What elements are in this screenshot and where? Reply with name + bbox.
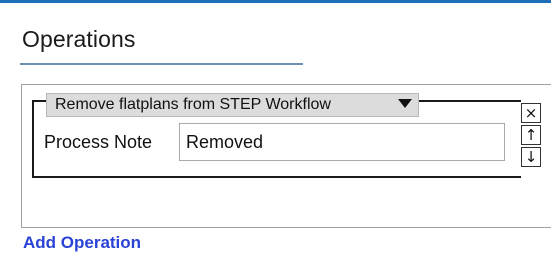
remove-operation-button[interactable]: × [521,103,541,123]
close-icon: × [524,103,538,122]
process-note-input[interactable] [179,123,505,161]
process-note-label: Process Note [44,132,153,152]
add-operation-link[interactable]: Add Operation [23,233,141,253]
top-accent-bar [0,0,551,3]
move-down-button[interactable]: ↓ [521,147,541,167]
operation-select-value: Remove flatplans from STEP Workflow [55,96,331,113]
page: Operations Remove flatplans from STEP Wo… [0,0,551,256]
title-underline [20,63,303,65]
arrow-up-icon: ↑ [524,125,538,144]
dropdown-arrow-icon [398,99,412,108]
operation-select[interactable]: Remove flatplans from STEP Workflow [46,93,419,117]
move-up-button[interactable]: ↑ [521,125,541,145]
arrow-down-icon: ↓ [524,147,538,166]
section-title: Operations [22,26,136,52]
